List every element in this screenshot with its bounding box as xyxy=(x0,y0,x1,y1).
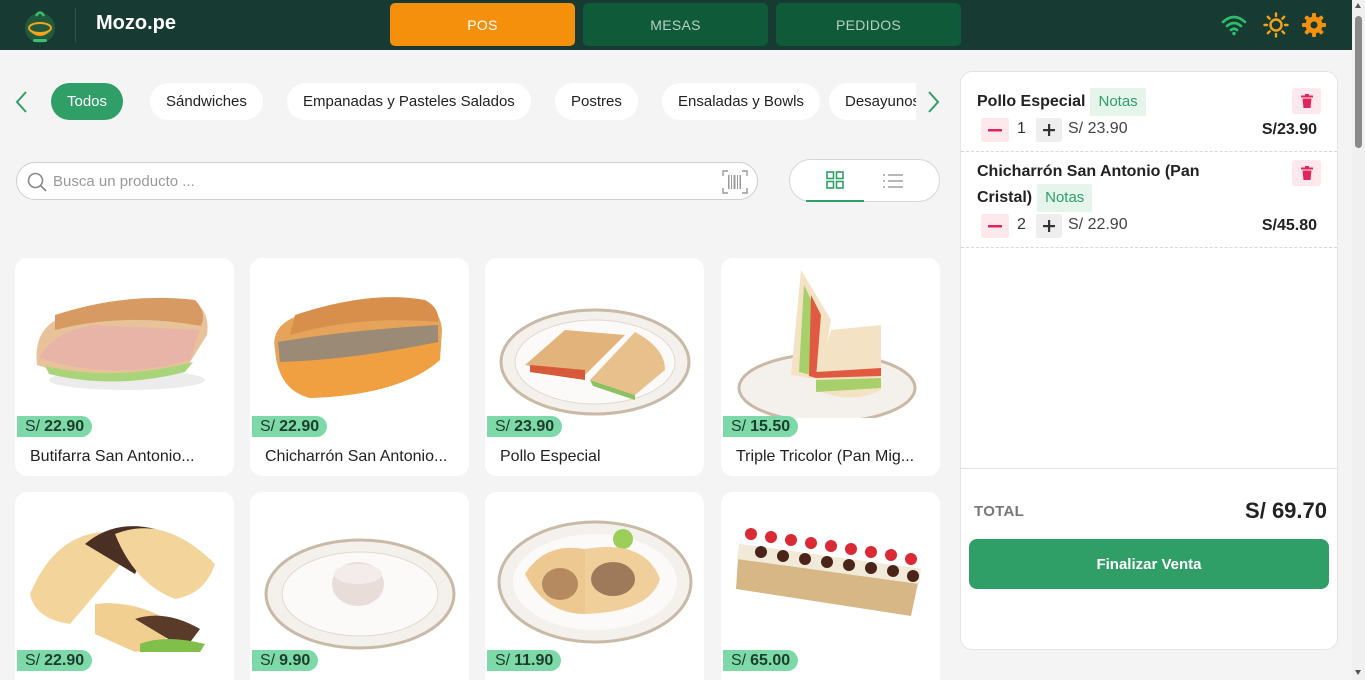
price-badge: S/15.50 xyxy=(723,416,799,437)
product-image xyxy=(736,528,921,616)
product-image xyxy=(36,297,208,390)
logo-icon xyxy=(25,11,55,43)
product-card[interactable]: S/11.90 xyxy=(485,492,704,680)
product-name: Chicharrón San Antonio... xyxy=(265,448,448,465)
notes-button[interactable]: Notas xyxy=(1037,184,1093,212)
order-divider xyxy=(961,468,1337,469)
unit-price: S/ 23.90 xyxy=(1068,120,1128,137)
product-image xyxy=(264,538,456,650)
grid-view-button[interactable] xyxy=(806,160,864,202)
top-bar: Mozo.pe POS MESAS PEDIDOS xyxy=(0,0,1352,50)
product-image xyxy=(274,297,442,398)
delete-item-button[interactable] xyxy=(1292,160,1321,186)
scroll-up-arrow-icon[interactable] xyxy=(1355,3,1361,8)
tab-pedidos[interactable]: PEDIDOS xyxy=(776,3,961,46)
app-title: Mozo.pe xyxy=(96,12,176,34)
gear-icon[interactable] xyxy=(1301,12,1327,38)
scroll-thumb[interactable] xyxy=(1355,16,1362,148)
finalize-sale-button[interactable]: Finalizar Venta xyxy=(969,539,1329,589)
category-postres[interactable]: Postres xyxy=(555,83,638,120)
order-item: Chicharrón San Antonio (Pan Cristal) Notas… xyxy=(961,152,1337,248)
price-badge: S/11.90 xyxy=(487,650,562,671)
product-name: Triple Tricolor (Pan Mig... xyxy=(736,448,915,465)
total-label: TOTAL xyxy=(974,503,1025,520)
barcode-icon[interactable] xyxy=(722,170,748,194)
product-image xyxy=(737,270,917,418)
category-ensaladas[interactable]: Ensaladas y Bowls xyxy=(662,83,820,120)
product-card[interactable]: S/22.90 Butifarra San Antonio... xyxy=(15,258,234,476)
price-badge: S/65.00 xyxy=(723,650,799,671)
product-image xyxy=(499,308,691,416)
product-name: Butifarra San Antonio... xyxy=(30,448,195,465)
order-item-name: Chicharrón San Antonio (Pan Cristal) Notas xyxy=(977,160,1217,212)
product-card[interactable]: S/9.90 xyxy=(250,492,469,680)
plus-icon xyxy=(1043,124,1055,136)
line-total: S/23.90 xyxy=(1261,121,1317,138)
search-box xyxy=(16,162,758,200)
total-value: S/ 69.70 xyxy=(1245,498,1327,523)
price-badge: S/23.90 xyxy=(487,416,563,437)
line-total: S/45.80 xyxy=(1261,217,1317,234)
tab-pos[interactable]: POS xyxy=(390,3,575,46)
product-card[interactable]: S/22.90 Chicharrón San Antonio... xyxy=(250,258,469,476)
product-card[interactable]: S/23.90 Pollo Especial xyxy=(485,258,704,476)
topbar-divider xyxy=(75,8,76,42)
sun-icon[interactable] xyxy=(1263,12,1289,38)
minus-icon xyxy=(988,128,1002,131)
minus-icon xyxy=(988,224,1002,227)
order-panel: Pollo Especial Notas 1 S/ 23.90 S/23.90 C… xyxy=(960,71,1338,650)
product-image xyxy=(30,526,215,652)
trash-icon xyxy=(1300,94,1313,108)
tab-mesas[interactable]: MESAS xyxy=(583,3,768,46)
price-badge: S/9.90 xyxy=(252,650,319,671)
category-empanadas[interactable]: Empanadas y Pasteles Salados xyxy=(287,83,531,120)
plus-icon xyxy=(1043,220,1055,232)
wifi-icon[interactable] xyxy=(1221,12,1247,38)
category-bar: Todos Sándwiches Empanadas y Pasteles Sa… xyxy=(40,80,916,124)
product-name: Pollo Especial xyxy=(500,448,601,465)
trash-icon xyxy=(1300,166,1313,180)
product-image xyxy=(497,520,693,644)
decrease-qty-button[interactable] xyxy=(981,214,1009,238)
search-icon xyxy=(27,172,47,192)
delete-item-button[interactable] xyxy=(1292,88,1321,114)
list-view-icon xyxy=(883,174,903,188)
category-desayunos[interactable]: Desayunos xyxy=(829,83,916,120)
decrease-qty-button[interactable] xyxy=(981,118,1009,142)
price-badge: S/22.90 xyxy=(252,416,328,437)
unit-price: S/ 22.90 xyxy=(1068,216,1128,233)
increase-qty-button[interactable] xyxy=(1036,118,1062,142)
view-toggle xyxy=(789,159,940,202)
order-item-name: Pollo Especial Notas xyxy=(977,88,1146,116)
chevron-right-icon[interactable] xyxy=(925,90,941,114)
search-input[interactable] xyxy=(53,169,713,193)
increase-qty-button[interactable] xyxy=(1036,214,1062,238)
scroll-down-arrow-icon[interactable] xyxy=(1355,670,1361,675)
notes-button[interactable]: Notas xyxy=(1090,88,1146,116)
product-card[interactable]: S/15.50 Triple Tricolor (Pan Mig... xyxy=(721,258,940,476)
item-quantity: 2 xyxy=(1017,216,1026,233)
category-sandwiches[interactable]: Sándwiches xyxy=(150,83,263,120)
grid-view-icon xyxy=(826,171,844,189)
price-badge: S/22.90 xyxy=(17,650,93,671)
item-quantity: 1 xyxy=(1017,120,1026,137)
chevron-left-icon[interactable] xyxy=(14,90,30,114)
page-scrollbar[interactable] xyxy=(1352,0,1365,680)
price-badge: S/22.90 xyxy=(17,416,93,437)
category-todos[interactable]: Todos xyxy=(51,83,124,120)
product-card[interactable]: S/65.00 xyxy=(721,492,940,680)
order-item: Pollo Especial Notas 1 S/ 23.90 S/23.90 xyxy=(961,72,1337,152)
list-view-button[interactable] xyxy=(864,160,922,202)
product-card[interactable]: S/22.90 xyxy=(15,492,234,680)
